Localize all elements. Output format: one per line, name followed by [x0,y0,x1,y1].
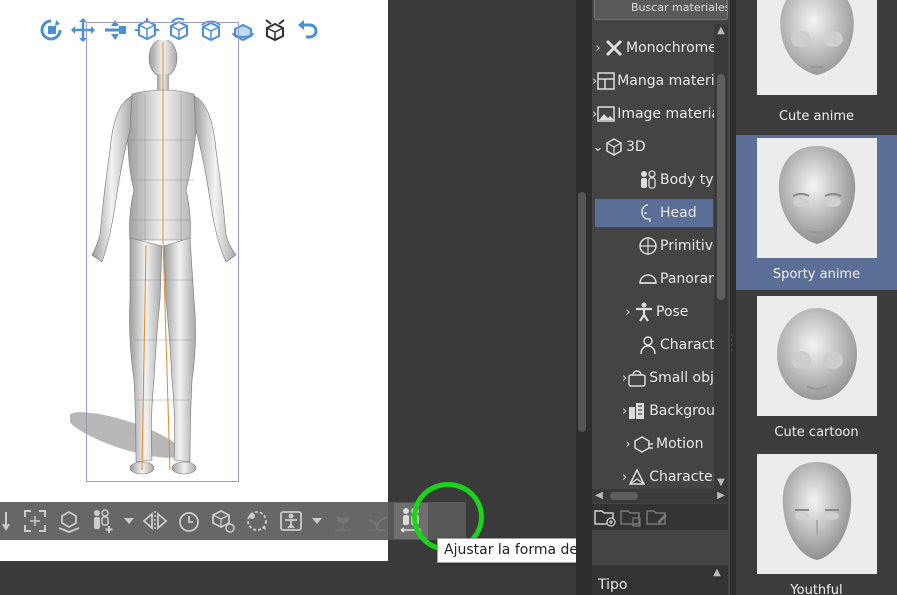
panorama-icon [638,269,658,289]
panel-splitter[interactable]: · · · · [730,332,734,355]
material-thumbnail[interactable]: Youthful [736,451,897,595]
tree-item-motion[interactable]: › Motion [592,430,718,458]
tree-horizontal-scrollbar[interactable]: ◀ ▶ [592,489,728,503]
undo-icon[interactable] [292,14,322,46]
material-tree-panel: Buscar materiales d › Monochrome › Manga… [576,0,736,595]
scroll-thumb[interactable] [610,492,638,500]
register-material-icon[interactable] [206,503,240,539]
tree-item-3d[interactable]: ⌄ 3D [592,133,718,161]
tree-item-character-parts[interactable]: › Character [592,463,718,491]
tree-item-label: Background [649,403,718,419]
chevron-right-icon[interactable]: › [622,305,634,320]
tree-item-monochrome[interactable]: › Monochrome [592,34,718,62]
tree-item-label: Pose [656,304,689,320]
chevron-right-icon[interactable]: › [622,437,634,452]
fit-frame-icon[interactable] [18,503,52,539]
material-thumbnails-panel: Cute anime Sporty anime Cute cartoon You… [736,0,897,595]
reset-pose-icon[interactable] [172,503,206,539]
tree-item-panorama[interactable]: Panorama [592,265,718,293]
canvas[interactable] [0,0,388,561]
tree-item-label: Panorama [660,271,718,287]
tree-item-label: Character [660,337,718,353]
search-materials-button[interactable]: Buscar materiales d [594,0,728,20]
tree-item-pose[interactable]: › Pose [592,298,718,326]
scroll-up-icon[interactable]: ▲ [714,24,728,38]
dropdown-icon[interactable] [308,503,326,539]
tree-item-body-type[interactable]: Body type [592,166,718,194]
tipo-label: Tipo [598,577,628,593]
fix-joint-icon[interactable] [360,503,394,539]
scroll-down-icon[interactable]: ▼ [714,476,728,490]
small-object-icon [627,368,647,388]
tipo-section: Tipo ▲ [592,565,728,595]
chevron-down-icon[interactable]: ⌄ [592,140,604,155]
tree-item-small-object[interactable]: › Small object [592,364,718,392]
dropdown-icon[interactable] [120,503,138,539]
tree-item-label: Primitive [660,238,718,254]
head-preview-image [757,296,877,416]
tree-item-label: Manga material [617,73,718,89]
motion-icon [634,434,654,454]
thumbnail-label: Sporty anime [772,267,861,282]
monochrome-icon [604,38,624,58]
scroll-left-icon[interactable]: ◀ [592,489,606,503]
material-thumbnail[interactable]: Cute cartoon [736,293,897,448]
pose-icon [634,302,654,322]
head-icon [638,203,658,223]
object-launcher-toolbar [0,502,466,540]
head-preview-image [757,0,877,95]
manga-icon [597,71,615,91]
pose-rotate-icon[interactable] [240,503,274,539]
tree-item-background[interactable]: › Background [592,397,718,425]
thumbnail-label: Youthful [790,583,843,595]
head-preview-image [757,454,877,574]
thumbnail-label: Cute anime [778,109,855,124]
tree-item-primitive[interactable]: Primitive [592,232,718,260]
tree-item-label: Small object [649,370,718,386]
tree-item-image-material[interactable]: › Image material [592,100,718,128]
image-icon [597,104,615,124]
flip-icon[interactable] [138,503,172,539]
tree-item-label: Monochrome [626,40,717,56]
tree-item-label: Body type [660,172,718,188]
tree-item-character[interactable]: Character [592,331,718,359]
search-materials-label: Buscar materiales d [631,1,728,14]
delete-folder-icon[interactable] [620,506,642,528]
bounce-icon[interactable] [326,503,360,539]
tree-vertical-scrollbar[interactable]: ▲ ▼ [714,24,728,490]
material-thumbnail[interactable]: Sporty anime [736,135,897,290]
head-preview-image [757,138,877,258]
material-thumbnail[interactable]: Cute anime [736,0,897,130]
scroll-right-icon[interactable]: ▶ [714,489,728,503]
workspace-bottom-strip [0,561,388,595]
character-icon [638,335,658,355]
tree-item-label: Image material [617,106,718,122]
posture-icon[interactable] [274,503,308,539]
chevron-right-icon[interactable]: › [592,41,604,56]
cube-icon [604,137,624,157]
scroll-thumb[interactable] [717,74,725,300]
3d-body-figure[interactable] [70,40,270,490]
edit-folder-icon[interactable] [646,506,668,528]
tree-item-label: Character [649,469,718,485]
panel-scrollbar[interactable] [578,192,586,432]
tree-item-label: 3D [626,139,646,155]
ground-plane-icon[interactable] [52,503,86,539]
body-type-icon [638,170,658,190]
thumbnail-label: Cute cartoon [774,425,859,440]
tree-item-manga-material[interactable]: › Manga material [592,67,718,95]
primitive-icon [638,236,658,256]
add-body-type-icon[interactable] [86,503,120,539]
background-icon [627,401,647,421]
character-parts-icon [627,467,647,487]
tree-item-head[interactable]: Head [595,199,713,227]
tree-item-label: Head [660,205,697,221]
arrow-down-icon[interactable] [0,503,18,539]
new-folder-icon[interactable] [594,506,616,528]
tree-folder-toolbar [592,504,728,530]
scroll-up-icon[interactable]: ▲ [710,567,724,595]
tree-item-label: Motion [656,436,704,452]
camera-rotate-icon[interactable] [36,14,66,46]
